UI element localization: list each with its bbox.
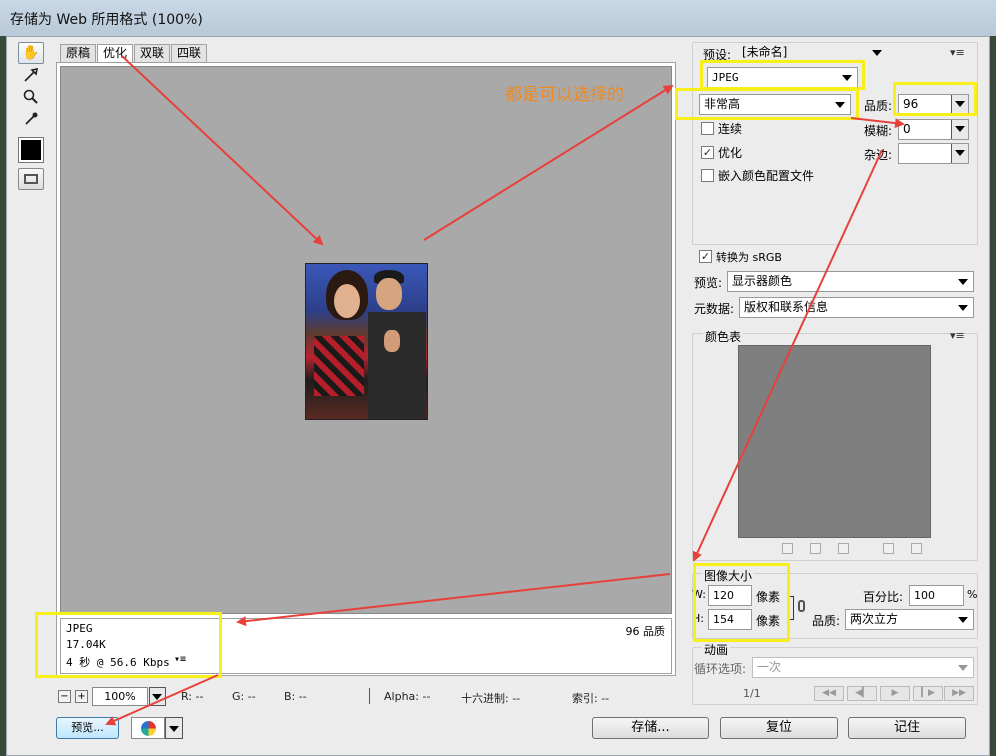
annotation-arrows xyxy=(105,55,905,726)
arrow-tab-to-image xyxy=(121,55,324,246)
arrow-to-info-panel xyxy=(236,573,671,627)
arrow-to-preview-button xyxy=(105,674,219,726)
arrow-image-to-settings xyxy=(423,84,674,241)
arrow-to-blur xyxy=(850,117,905,129)
arrow-to-image-size xyxy=(692,149,883,562)
